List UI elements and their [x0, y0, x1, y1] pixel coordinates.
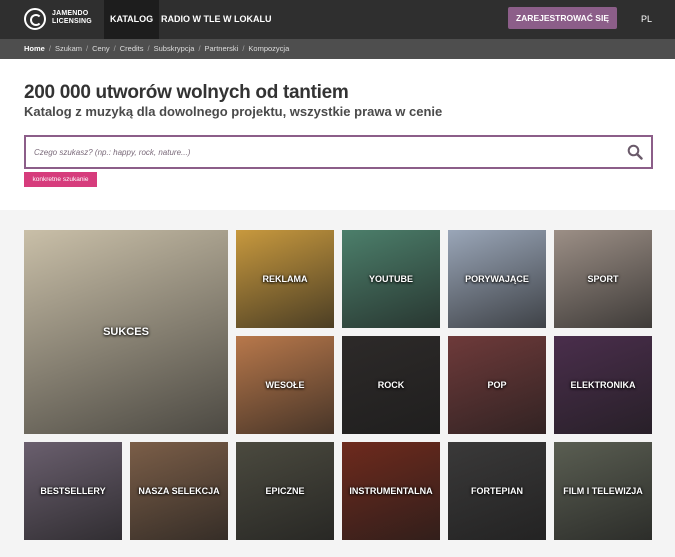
category-label: NASZA SELEKCJA	[138, 486, 220, 496]
nav-katalog[interactable]: KATALOG	[104, 0, 160, 39]
page-title: 200 000 utworów wolnych od tantiem	[24, 82, 349, 103]
category-tile-film-i-telewizja[interactable]: FILM I TELEWIZJA	[554, 442, 652, 540]
register-button[interactable]: ZAREJESTROWAĆ SIĘ	[508, 7, 617, 29]
category-tile-fortepian[interactable]: FORTEPIAN	[448, 442, 546, 540]
category-label: POP	[487, 380, 507, 390]
jamendo-logo-icon	[24, 8, 46, 30]
category-tile-sukces[interactable]: SUKCES	[24, 230, 228, 434]
category-label: PORYWAJĄCE	[465, 274, 529, 284]
category-tile-epiczne[interactable]: EPICZNE	[236, 442, 334, 540]
jamendo-licensing-logo[interactable]: JAMENDO LICENSING	[24, 7, 94, 31]
category-tile-bestsellery[interactable]: BESTSELLERY	[24, 442, 122, 540]
hero-section: 200 000 utworów wolnych od tantiem Katal…	[0, 59, 675, 210]
category-tile-sport[interactable]: SPORT	[554, 230, 652, 328]
category-tile-pop[interactable]: POP	[448, 336, 546, 434]
category-label: FILM I TELEWIZJA	[563, 486, 643, 496]
logo-text-line2: LICENSING	[52, 18, 92, 25]
logo-text: JAMENDO LICENSING	[52, 10, 92, 26]
search-icon[interactable]	[627, 144, 643, 160]
logo-text-line1: JAMENDO	[52, 10, 89, 17]
category-tile-reklama[interactable]: REKLAMA	[236, 230, 334, 328]
language-selector[interactable]: PL	[641, 0, 652, 39]
category-label: ELEKTRONIKA	[570, 380, 636, 390]
breadcrumb-subskrypcja[interactable]: Subskrypcja	[154, 44, 195, 53]
category-tile-rock[interactable]: ROCK	[342, 336, 440, 434]
search-input[interactable]	[34, 137, 614, 167]
breadcrumb-szukam[interactable]: Szukam	[55, 44, 82, 53]
breadcrumb-ceny[interactable]: Ceny	[92, 44, 110, 53]
category-label: BESTSELLERY	[40, 486, 106, 496]
breadcrumb-home[interactable]: Home	[24, 44, 45, 53]
category-label: EPICZNE	[265, 486, 305, 496]
category-tile-porywajace[interactable]: PORYWAJĄCE	[448, 230, 546, 328]
category-label: WESOŁE	[265, 380, 305, 390]
page-subtitle: Katalog z muzyką dla dowolnego projektu,…	[24, 104, 443, 119]
category-tile-youtube[interactable]: YOUTUBE	[342, 230, 440, 328]
search-box	[24, 135, 653, 169]
category-label: ROCK	[377, 380, 405, 390]
category-label: SPORT	[587, 274, 619, 284]
breadcrumb-credits[interactable]: Credits	[120, 44, 144, 53]
nav-radio[interactable]: RADIO W TLE W LOKALU	[155, 0, 277, 39]
category-tile-elektronika[interactable]: ELEKTRONIKA	[554, 336, 652, 434]
category-tile-nasza-selekcja[interactable]: NASZA SELEKCJA	[130, 442, 228, 540]
category-label: YOUTUBE	[368, 274, 413, 284]
category-label: REKLAMA	[262, 274, 308, 284]
top-navigation-bar: JAMENDO LICENSING KATALOG RADIO W TLE W …	[0, 0, 675, 39]
breadcrumb-kompozycja[interactable]: Kompozycja	[248, 44, 289, 53]
category-label: INSTRUMENTALNA	[349, 486, 433, 496]
category-label: FORTEPIAN	[470, 486, 523, 496]
breadcrumb: Home / Szukam / Ceny / Credits / Subskrypcja / Par…	[0, 39, 675, 59]
advanced-search-button[interactable]: konkretne szukanie	[24, 172, 97, 187]
category-label: SUKCES	[103, 326, 149, 338]
category-tile-instrumentalna[interactable]: INSTRUMENTALNA	[342, 442, 440, 540]
category-tile-wesole[interactable]: WESOŁE	[236, 336, 334, 434]
breadcrumb-partnerski[interactable]: Partnerski	[205, 44, 239, 53]
